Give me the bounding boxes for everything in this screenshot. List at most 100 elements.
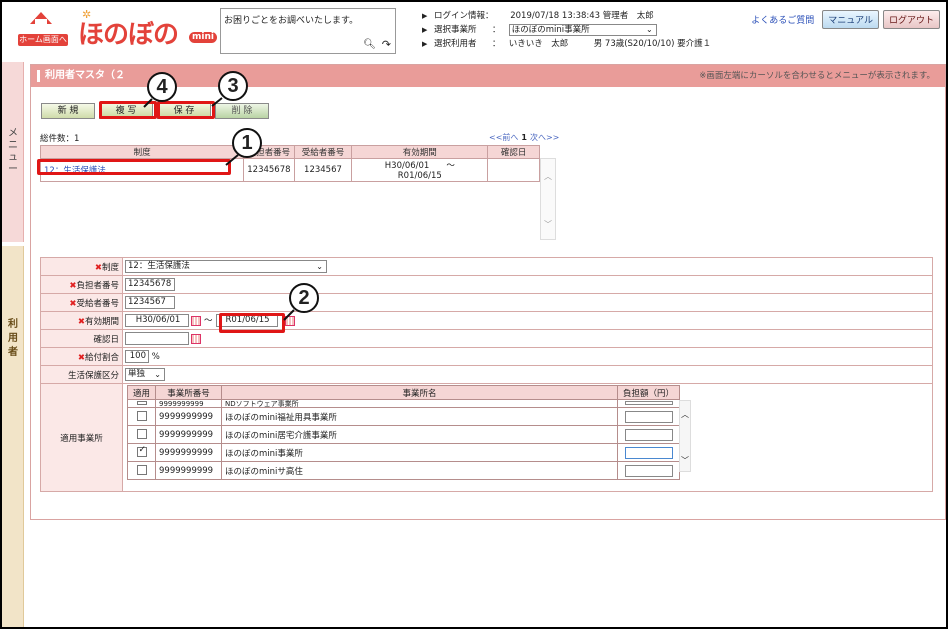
form-row-confirm: 確認日 xyxy=(40,329,933,348)
login-info-row: ▶ ログイン情報： 2019/07/18 13:38:43 管理者 太郎 xyxy=(422,9,742,23)
table-row: 9999999999 ほのぼのminiサ高住 xyxy=(127,461,680,480)
user-sep: ： xyxy=(492,39,501,49)
amount-input[interactable] xyxy=(624,428,673,441)
col-office-no: 事業所番号 xyxy=(155,385,222,400)
form-row-payer: ✖負担者番号 12345678 xyxy=(40,275,933,294)
office-no-cell: 9999999999 xyxy=(155,399,222,408)
col-recipient: 受給者番号 xyxy=(293,145,353,159)
delete-button[interactable]: 削 除 xyxy=(215,103,269,119)
pager-next[interactable]: 次へ>> xyxy=(530,133,559,142)
recipient-cell: 1234567 xyxy=(122,293,933,312)
benefit-label-text: 給付割合 xyxy=(84,352,119,363)
search-icon[interactable]: 🔍︎ xyxy=(363,39,376,50)
faq-link[interactable]: よくあるご質問 xyxy=(751,13,814,26)
triangle-icon: ▶ xyxy=(422,40,428,48)
redo-arrow-icon[interactable]: ↷ xyxy=(382,38,391,51)
form-row-recipient: ✖受給者番号 1234567 xyxy=(40,293,933,312)
user-info-row: ▶ 選択利用者 ： いきいき 太郎 男 73歳(S20/10/10) 要介護１ xyxy=(422,37,742,51)
payer-label: ✖負担者番号 xyxy=(40,275,123,294)
office-select-value: ほのぼのmini事業所 xyxy=(511,24,590,35)
side-user-char: 利 xyxy=(8,319,18,330)
help-search-box[interactable]: お困りごとをお調べいたします。 🔍︎ ↷ xyxy=(220,8,396,54)
side-user-char: 者 xyxy=(8,347,18,358)
system-cell: 12：生活保護法 ⌄ xyxy=(122,257,933,276)
period-label: ✖有効期間 xyxy=(40,311,123,330)
manual-button[interactable]: マニュアル xyxy=(822,10,879,29)
recipient-number-input[interactable]: 1234567 xyxy=(125,296,175,309)
chevron-up-icon[interactable]: ︿ xyxy=(544,171,552,182)
recipient-label-text: 受給者番号 xyxy=(76,298,119,309)
home-icon-door xyxy=(35,19,47,29)
list-cell-recipient: 1234567 xyxy=(293,158,353,182)
benefit-label: ✖給付割合 xyxy=(40,347,123,366)
top-links: よくあるご質問 マニュアル ログアウト xyxy=(751,10,940,29)
confirm-date-input[interactable] xyxy=(125,332,189,345)
side-menu-label: メ ニ ュ ー xyxy=(7,128,19,176)
office-name-cell: ほのぼのminiサ高住 xyxy=(221,461,618,480)
payer-number-input[interactable]: 12345678 xyxy=(125,278,175,291)
period-from-input[interactable]: H30/06/01 xyxy=(125,314,189,327)
calendar-icon[interactable] xyxy=(191,315,201,326)
side-menu-char: ニ xyxy=(8,140,18,151)
period-label-text: 有効期間 xyxy=(84,316,119,327)
chevron-down-icon: ⌄ xyxy=(646,24,653,34)
title-bar-marker xyxy=(37,70,40,82)
apply-cell xyxy=(127,425,156,444)
office-name-cell: NDソフトウェア事業所 xyxy=(221,399,618,408)
chevron-down-icon[interactable]: ﹀ xyxy=(544,219,552,230)
office-sep: ： xyxy=(492,25,501,35)
recipient-label: ✖受給者番号 xyxy=(40,293,123,312)
office-name-cell: ほのぼのmini福祉用具事業所 xyxy=(221,407,618,426)
col-office-name: 事業所名 xyxy=(221,385,618,400)
payer-label-text: 負担者番号 xyxy=(76,280,119,291)
triangle-icon: ▶ xyxy=(422,12,428,20)
offices-label: 適用事業所 xyxy=(40,383,123,492)
user-label: 選択利用者 xyxy=(434,39,477,49)
office-label: 選択事業所 xyxy=(434,25,477,35)
amount-cell xyxy=(617,443,680,462)
side-user-tab[interactable]: 利 用 者 xyxy=(2,246,24,627)
office-scrollbar[interactable]: ︿ ﹀ xyxy=(679,400,691,472)
amount-input[interactable] xyxy=(624,401,673,405)
amount-input[interactable] xyxy=(624,446,673,459)
apply-checkbox[interactable] xyxy=(136,465,147,476)
side-menu-char: ュ xyxy=(8,152,18,163)
office-header-row: 適用 事業所番号 事業所名 負担額（円） xyxy=(127,385,680,400)
new-button[interactable]: 新 規 xyxy=(41,103,95,119)
category-select[interactable]: 単独 ⌄ xyxy=(125,368,165,381)
chevron-down-icon[interactable]: ﹀ xyxy=(681,455,689,466)
benefit-rate-input[interactable]: 100 xyxy=(125,350,149,363)
logout-button[interactable]: ログアウト xyxy=(882,10,940,29)
period-tilde: ～ xyxy=(204,316,213,326)
callout-3: 3 xyxy=(218,71,248,101)
system-select[interactable]: 12：生活保護法 ⌄ xyxy=(125,260,327,273)
apply-checkbox[interactable] xyxy=(136,411,147,422)
highlight-system-link xyxy=(37,159,231,175)
side-menu-tab[interactable]: メ ニ ュ ー xyxy=(2,62,24,242)
pager: <<前へ 1 次へ>> xyxy=(489,132,559,143)
insurance-form: ✖制度 12：生活保護法 ⌄ ✖負担者番号 12345678 ✖受給者番号 123… xyxy=(40,257,933,492)
app-logo-badge: mini xyxy=(189,32,217,43)
apply-checkbox[interactable] xyxy=(136,401,147,405)
home-label: ホーム画面へ xyxy=(18,34,68,46)
amount-cell xyxy=(617,407,680,426)
col-period: 有効期間 xyxy=(351,145,489,159)
amount-input[interactable] xyxy=(624,464,673,477)
category-label: 生活保護区分 xyxy=(40,365,123,384)
office-select[interactable]: ほのぼのmini事業所 ⌄ xyxy=(508,23,657,36)
apply-checkbox-checked[interactable] xyxy=(136,445,147,458)
table-row: 9999999999 NDソフトウェア事業所 xyxy=(127,399,680,408)
apply-checkbox[interactable] xyxy=(136,429,147,440)
chevron-up-icon[interactable]: ︿ xyxy=(681,409,689,420)
home-button[interactable]: ホーム画面へ xyxy=(18,10,68,48)
list-scrollbar[interactable]: ︿ ﹀ xyxy=(540,158,556,240)
side-menu-char: ー xyxy=(8,164,18,175)
app-logo: ほのぼの xyxy=(78,20,179,50)
form-row-system: ✖制度 12：生活保護法 ⌄ xyxy=(40,257,933,276)
amount-input[interactable] xyxy=(624,410,673,423)
pager-prev[interactable]: <<前へ xyxy=(489,133,518,142)
calendar-icon[interactable] xyxy=(191,333,201,344)
calendar-icon[interactable] xyxy=(284,315,295,326)
required-mark: ✖ xyxy=(77,352,85,363)
highlight-copy-button xyxy=(99,101,157,119)
